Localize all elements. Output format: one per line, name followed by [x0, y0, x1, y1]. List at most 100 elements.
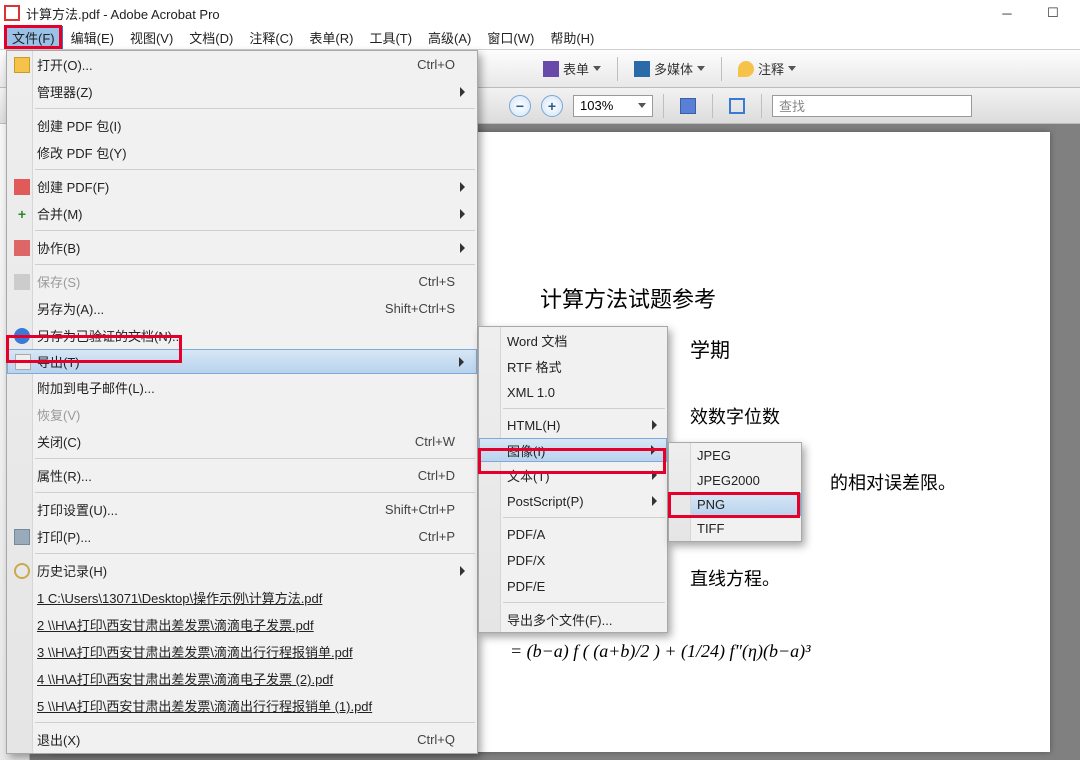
- certificate-icon: [14, 328, 30, 344]
- export-image[interactable]: 图像(I): [479, 438, 667, 462]
- chevron-down-icon: [638, 103, 646, 108]
- forms-tool[interactable]: 表单: [537, 57, 607, 80]
- menu-tools[interactable]: 工具(T): [361, 26, 420, 49]
- menu-combine[interactable]: +合并(M): [7, 200, 477, 227]
- film-icon: [634, 61, 650, 77]
- menu-create-pdf[interactable]: 创建 PDF(F): [7, 173, 477, 200]
- menu-recent-5[interactable]: 5 \\H\A打印\西安甘肃出差发票\滴滴出行行程报销单 (1).pdf: [7, 692, 477, 719]
- zoom-level[interactable]: 103%: [573, 95, 653, 117]
- menu-view[interactable]: 视图(V): [122, 26, 181, 49]
- menu-history[interactable]: 历史记录(H): [7, 557, 477, 584]
- maximize-button[interactable]: ☐: [1030, 0, 1076, 26]
- chevron-right-icon: [652, 470, 657, 480]
- fit-page-button[interactable]: [723, 96, 751, 116]
- menu-open[interactable]: 打开(O)...Ctrl+O: [7, 51, 477, 78]
- menu-print-setup[interactable]: 打印设置(U)...Shift+Ctrl+P: [7, 496, 477, 523]
- export-postscript[interactable]: PostScript(P): [479, 488, 667, 514]
- menu-print[interactable]: 打印(P)...Ctrl+P: [7, 523, 477, 550]
- app-icon: [4, 5, 20, 21]
- chevron-right-icon: [460, 566, 465, 576]
- chevron-right-icon: [460, 87, 465, 97]
- export-rtf[interactable]: RTF 格式: [479, 353, 667, 379]
- menu-separator: [35, 230, 475, 231]
- chevron-right-icon: [652, 496, 657, 506]
- export-xml[interactable]: XML 1.0: [479, 379, 667, 405]
- toolbar-divider: [617, 57, 618, 81]
- menu-save-certified[interactable]: 另存为已验证的文档(N)...: [7, 322, 477, 349]
- menu-comment[interactable]: 注释(C): [241, 26, 301, 49]
- save-icon: [680, 98, 696, 114]
- menu-exit[interactable]: 退出(X)Ctrl+Q: [7, 726, 477, 753]
- menu-advanced[interactable]: 高级(A): [420, 26, 479, 49]
- menu-separator: [503, 408, 665, 409]
- chevron-down-icon: [593, 66, 601, 71]
- export-text[interactable]: 文本(T): [479, 462, 667, 488]
- doc-title: 计算方法试题参考: [540, 282, 990, 314]
- comment-icon: [738, 61, 754, 77]
- export-html[interactable]: HTML(H): [479, 412, 667, 438]
- comment-tool[interactable]: 注释: [732, 57, 802, 80]
- menu-properties[interactable]: 属性(R)...Ctrl+D: [7, 462, 477, 489]
- fit-icon: [729, 98, 745, 114]
- plus-icon: +: [18, 207, 26, 221]
- chevron-right-icon: [460, 209, 465, 219]
- search-input[interactable]: 查找: [772, 95, 972, 117]
- menu-document[interactable]: 文档(D): [181, 26, 241, 49]
- chevron-down-icon: [788, 66, 796, 71]
- menu-file[interactable]: 文件(F): [4, 26, 63, 49]
- zoom-out-button[interactable]: −: [509, 95, 531, 117]
- chevron-right-icon: [459, 357, 464, 367]
- menu-close[interactable]: 关闭(C)Ctrl+W: [7, 428, 477, 455]
- save-toolbar-button[interactable]: [674, 96, 702, 116]
- doc-equation: = (b−a) f ( (a+b)/2 ) + (1/24) f″(η)(b−a…: [510, 641, 990, 662]
- menu-attach-email[interactable]: 附加到电子邮件(L)...: [7, 374, 477, 401]
- menu-modify-pdf-package[interactable]: 修改 PDF 包(Y): [7, 139, 477, 166]
- chevron-right-icon: [651, 445, 656, 455]
- people-icon: [14, 240, 30, 256]
- menu-revert: 恢复(V): [7, 401, 477, 428]
- menu-save: 保存(S)Ctrl+S: [7, 268, 477, 295]
- menu-save-as[interactable]: 另存为(A)...Shift+Ctrl+S: [7, 295, 477, 322]
- export-submenu: Word 文档 RTF 格式 XML 1.0 HTML(H) 图像(I) 文本(…: [478, 326, 668, 633]
- toolbar-divider: [663, 94, 664, 118]
- menu-separator: [503, 602, 665, 603]
- menu-window[interactable]: 窗口(W): [479, 26, 542, 49]
- menu-create-pdf-package[interactable]: 创建 PDF 包(I): [7, 112, 477, 139]
- export-multiple[interactable]: 导出多个文件(F)...: [479, 606, 667, 632]
- minimize-button[interactable]: ─: [984, 0, 1030, 26]
- menu-edit[interactable]: 编辑(E): [63, 26, 122, 49]
- export-pdfa[interactable]: PDF/A: [479, 521, 667, 547]
- chevron-down-icon: [697, 66, 705, 71]
- menu-separator: [35, 458, 475, 459]
- toolbar-divider: [761, 94, 762, 118]
- file-menu-dropdown: 打开(O)...Ctrl+O 管理器(Z) 创建 PDF 包(I) 修改 PDF…: [6, 50, 478, 754]
- menu-recent-4[interactable]: 4 \\H\A打印\西安甘肃出差发票\滴滴电子发票 (2).pdf: [7, 665, 477, 692]
- clock-icon: [14, 563, 30, 579]
- chevron-right-icon: [460, 243, 465, 253]
- title-bar: 计算方法.pdf - Adobe Acrobat Pro ─ ☐: [0, 0, 1080, 26]
- menu-help[interactable]: 帮助(H): [542, 26, 602, 49]
- menu-recent-3[interactable]: 3 \\H\A打印\西安甘肃出差发票\滴滴出行行程报销单.pdf: [7, 638, 477, 665]
- toolbar-divider: [712, 94, 713, 118]
- folder-icon: [14, 57, 30, 73]
- doc-text: 直线方程。: [690, 565, 990, 591]
- toolbar-divider: [721, 57, 722, 81]
- zoom-in-button[interactable]: +: [541, 95, 563, 117]
- menu-export[interactable]: 导出(T): [7, 349, 477, 374]
- menu-recent-2[interactable]: 2 \\H\A打印\西安甘肃出差发票\滴滴电子发票.pdf: [7, 611, 477, 638]
- menu-organizer[interactable]: 管理器(Z): [7, 78, 477, 105]
- image-submenu: JPEG JPEG2000 PNG TIFF: [668, 442, 802, 542]
- menu-separator: [35, 108, 475, 109]
- chevron-right-icon: [652, 420, 657, 430]
- menu-forms[interactable]: 表单(R): [301, 26, 361, 49]
- export-pdfe[interactable]: PDF/E: [479, 573, 667, 599]
- multimedia-tool[interactable]: 多媒体: [628, 57, 711, 80]
- export-pdfx[interactable]: PDF/X: [479, 547, 667, 573]
- menu-separator: [503, 517, 665, 518]
- menu-collaborate[interactable]: 协作(B): [7, 234, 477, 261]
- export-word[interactable]: Word 文档: [479, 327, 667, 353]
- menu-separator: [35, 169, 475, 170]
- menu-recent-1[interactable]: 1 C:\Users\13071\Desktop\操作示例\计算方法.pdf: [7, 584, 477, 611]
- export-icon: [15, 354, 31, 370]
- chevron-right-icon: [460, 182, 465, 192]
